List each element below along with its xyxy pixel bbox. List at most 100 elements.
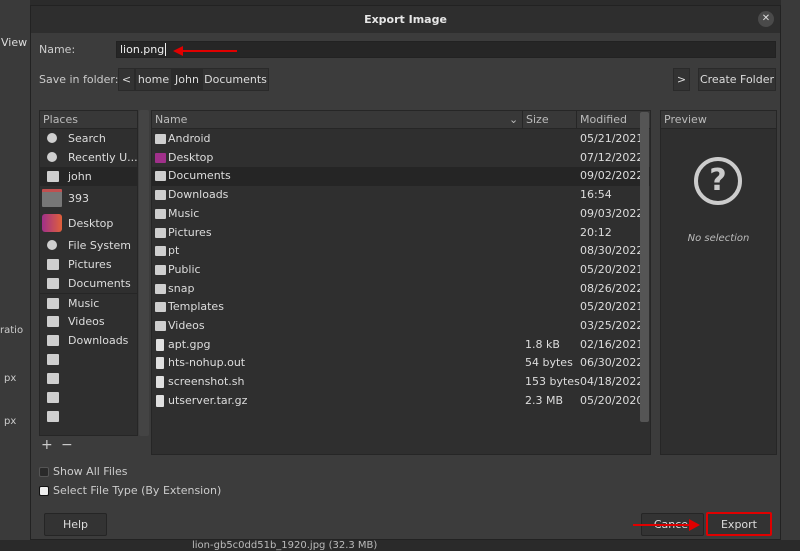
places-item-label: File System (68, 239, 131, 252)
places-item[interactable]: Search (40, 129, 137, 148)
file-row[interactable]: Downloads 16:54 (152, 186, 650, 205)
file-row[interactable]: Videos 03/25/2022 (152, 317, 650, 336)
places-item[interactable]: File System (40, 236, 137, 255)
status-text: lion-gb5c0dd51b_1920.jpg (32.3 MB) (192, 540, 378, 551)
folder-icon (155, 302, 166, 313)
preview-pane: Preview ? No selection (660, 110, 777, 455)
export-button[interactable]: Export (706, 512, 772, 536)
select-file-type-expander[interactable] (39, 486, 49, 496)
file-row[interactable]: Android 05/21/2021 (152, 130, 650, 149)
breadcrumb-home[interactable]: home (135, 68, 172, 91)
places-pane: Places Search Recently U... john 393 Desktop… (39, 110, 138, 436)
file-modified: 09/03/2022 (580, 206, 644, 220)
file-list-scrollbar[interactable] (640, 112, 649, 422)
show-all-files-label[interactable]: Show All Files (53, 465, 127, 478)
file-row[interactable]: utserver.tar.gz 2.3 MB 05/20/2020 (152, 392, 650, 411)
question-icon: ? (694, 157, 742, 205)
places-item[interactable]: Recently U... (40, 148, 137, 167)
places-item-label: Search (68, 132, 106, 145)
file-row[interactable]: pt 08/30/2022 (152, 242, 650, 261)
folder-icon (47, 411, 59, 422)
file-name: Public (168, 262, 201, 276)
unit-select-1[interactable]: px (4, 373, 16, 384)
file-row[interactable]: snap 08/26/2022 (152, 280, 650, 299)
places-item-label: Music (68, 297, 100, 310)
places-item[interactable]: Documents (40, 274, 137, 293)
file-name: Videos (168, 319, 205, 332)
folder-icon (155, 246, 166, 257)
desktop-folder-icon (155, 152, 166, 163)
search-icon (47, 133, 57, 143)
file-modified: 05/20/2021 (580, 262, 644, 276)
file-modified: 06/30/2022 (580, 356, 644, 370)
breadcrumb-documents[interactable]: Documents (202, 68, 269, 91)
file-row[interactable]: Documents 09/02/2022 (152, 167, 650, 187)
help-button[interactable]: Help (44, 513, 107, 536)
places-item[interactable]: Downloads (40, 331, 137, 350)
places-item[interactable] (40, 369, 137, 388)
places-item-label: 393 (68, 192, 89, 205)
file-row[interactable]: Pictures 20:12 (152, 224, 650, 243)
file-modified: 09/02/2022 (580, 169, 644, 183)
create-folder-button[interactable]: Create Folder (698, 68, 776, 91)
file-modified: 08/30/2022 (580, 244, 644, 258)
recent-icon (47, 152, 57, 162)
file-modified: 05/21/2021 (580, 132, 644, 145)
column-name[interactable]: Name (155, 113, 187, 126)
column-modified[interactable]: Modified (576, 111, 627, 129)
breadcrumb-john[interactable]: John (172, 68, 202, 91)
file-row[interactable]: Music 09/03/2022 (152, 205, 650, 224)
file-modified: 20:12 (580, 225, 612, 239)
name-label: Name: (39, 43, 76, 56)
show-all-files-checkbox[interactable] (39, 467, 49, 477)
places-item-label: Pictures (68, 258, 112, 271)
file-name: Templates (168, 300, 224, 314)
places-item[interactable] (40, 350, 137, 369)
sort-chevron-icon[interactable]: ⌄ (509, 111, 518, 129)
places-item-label: Desktop (68, 217, 114, 230)
file-row[interactable]: Public 05/20/2021 (152, 261, 650, 280)
folder-icon (47, 278, 59, 289)
places-item[interactable]: john (40, 167, 137, 186)
save-in-label: Save in folder: (39, 73, 119, 86)
breadcrumb-forward-button[interactable]: > (673, 68, 690, 91)
places-item[interactable]: Videos (40, 312, 137, 331)
add-bookmark-button[interactable]: + (41, 437, 53, 453)
file-list-header: Name ⌄ Size Modified (152, 111, 650, 129)
folder-icon (47, 316, 59, 327)
places-item[interactable]: 393 (40, 186, 137, 211)
remove-bookmark-button[interactable]: − (61, 437, 73, 453)
select-file-type-label[interactable]: Select File Type (By Extension) (53, 484, 221, 497)
places-item[interactable]: Desktop (40, 211, 137, 236)
places-item[interactable] (40, 388, 137, 407)
column-size[interactable]: Size (522, 111, 549, 129)
file-name: Pictures (168, 225, 212, 239)
places-scrollbar[interactable] (139, 110, 149, 436)
file-icon (156, 376, 164, 389)
file-row[interactable]: hts-nohup.out 54 bytes 06/30/2022 (152, 354, 650, 373)
places-item-label: Downloads (68, 334, 129, 347)
file-size: 153 bytes (525, 375, 580, 389)
places-item[interactable]: Pictures (40, 255, 137, 274)
folder-icon (47, 171, 59, 182)
folder-icon (155, 134, 166, 144)
file-modified: 16:54 (580, 188, 612, 202)
file-size: 1.8 kB (525, 337, 560, 351)
file-name: pt (168, 244, 180, 258)
file-row[interactable]: apt.gpg 1.8 kB 02/16/2021 (152, 336, 650, 355)
folder-icon (155, 227, 166, 238)
dialog-title: Export Image ✕ (31, 6, 780, 33)
places-item[interactable]: Music (40, 293, 137, 312)
file-modified: 08/26/2022 (580, 281, 644, 295)
file-row[interactable]: Desktop 07/12/2022 (152, 149, 650, 168)
folder-icon (155, 171, 166, 182)
menu-view[interactable]: View (1, 36, 27, 49)
close-button[interactable]: ✕ (758, 11, 774, 27)
file-row[interactable]: screenshot.sh 153 bytes 04/18/2022 (152, 373, 650, 392)
breadcrumb-back-button[interactable]: < (118, 68, 135, 91)
unit-select-2[interactable]: px (4, 416, 16, 427)
folder-icon (155, 264, 166, 275)
annotation-arrowhead (173, 46, 183, 56)
file-row[interactable]: Templates 05/20/2021 (152, 298, 650, 317)
places-item[interactable] (40, 407, 137, 426)
